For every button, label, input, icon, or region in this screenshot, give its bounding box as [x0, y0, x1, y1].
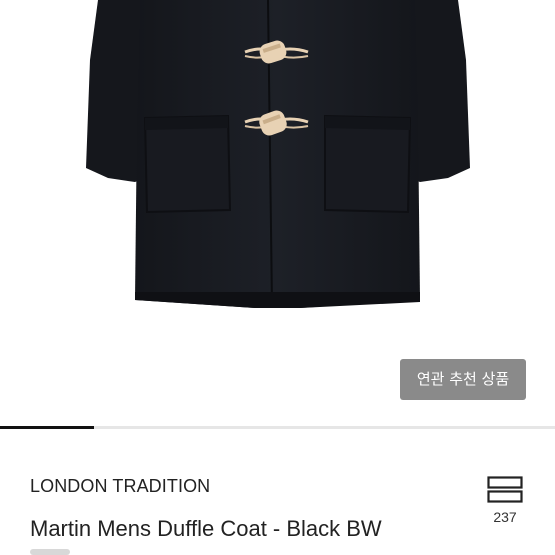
brand-name[interactable]: LONDON TRADITION	[30, 476, 210, 497]
product-title: Martin Mens Duffle Coat - Black BW	[30, 516, 382, 541]
left-pocket	[143, 114, 232, 214]
wish-button[interactable]: 237	[484, 476, 526, 525]
image-gallery-progress-fill	[0, 426, 95, 429]
wish-count: 237	[493, 509, 517, 525]
image-gallery-progress	[0, 426, 555, 429]
related-products-button[interactable]: 연관 추천 상품	[400, 359, 526, 400]
price-text-partial	[30, 549, 70, 555]
right-pocket	[324, 114, 412, 214]
bookmark-stack-icon	[487, 476, 523, 503]
product-image[interactable]: 연관 추천 상품	[0, 0, 555, 428]
